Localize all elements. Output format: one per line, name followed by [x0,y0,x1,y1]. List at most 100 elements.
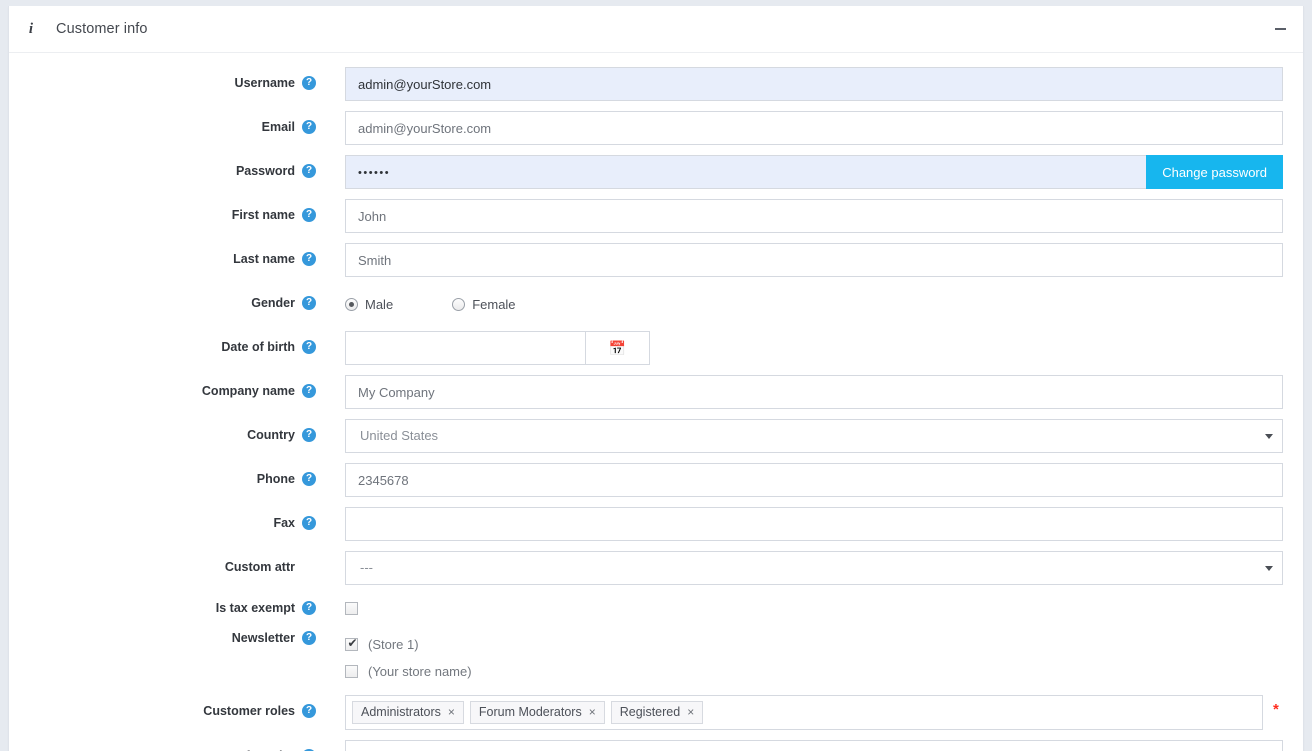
label-fax-text: Fax [273,516,295,530]
control-customer-roles: Administrators × Forum Moderators × Regi… [316,695,1283,730]
label-gender: Gender ? [9,287,316,310]
date-of-birth-input[interactable] [345,331,585,365]
label-gender-text: Gender [251,296,295,310]
tag-administrators[interactable]: Administrators × [352,701,464,724]
manager-of-vendor-select-wrap: Not a vendor [345,740,1283,751]
company-name-input[interactable] [345,375,1283,409]
help-icon-email[interactable]: ? [302,120,316,134]
country-select[interactable]: United States [345,419,1283,453]
field-row-country: Country ? United States [9,419,1303,453]
help-icon-is-tax-exempt[interactable]: ? [302,601,316,615]
label-password: Password ? [9,155,316,178]
manager-of-vendor-select[interactable]: Not a vendor [345,740,1283,751]
label-date-of-birth: Date of birth ? [9,331,316,354]
label-country-text: Country [247,428,295,442]
label-newsletter-text: Newsletter [232,631,295,645]
info-icon: i [23,21,39,37]
label-date-of-birth-text: Date of birth [221,340,295,354]
control-gender: Male Female [316,287,1283,321]
help-icon-username[interactable]: ? [302,76,316,90]
control-is-tax-exempt [316,595,1283,615]
field-row-fax: Fax ? [9,507,1303,541]
field-row-phone: Phone ? [9,463,1303,497]
label-first-name-text: First name [232,208,295,222]
calendar-icon: 📅 [609,341,626,355]
control-password: •••••• Change password [316,155,1283,189]
field-row-first-name: First name ? [9,199,1303,233]
gender-male-label: Male [365,297,393,312]
help-icon-gender[interactable]: ? [302,296,316,310]
tag-registered[interactable]: Registered × [611,701,703,724]
label-email-text: Email [262,120,295,134]
newsletter-checkbox-your-store[interactable] [345,665,358,678]
field-row-customer-roles: Customer roles ? Administrators × Forum … [9,695,1303,730]
phone-input[interactable] [345,463,1283,497]
customer-info-form: Username ? Email ? Pas [9,53,1303,751]
remove-tag-icon-administrators[interactable]: × [448,704,455,720]
date-picker-button[interactable]: 📅 [585,331,650,365]
control-manager-of-vendor: Not a vendor Note: if you have a vendor … [316,740,1283,751]
field-row-gender: Gender ? Male Female [9,287,1303,321]
remove-tag-icon-registered[interactable]: × [687,704,694,720]
control-country: United States [316,419,1283,453]
tag-administrators-label: Administrators [361,704,441,720]
first-name-input[interactable] [345,199,1283,233]
tag-forum-moderators[interactable]: Forum Moderators × [470,701,605,724]
gender-radio-male[interactable]: Male [345,297,393,312]
label-country: Country ? [9,419,316,442]
help-icon-password[interactable]: ? [302,164,316,178]
gender-female-label: Female [472,297,515,312]
help-icon-first-name[interactable]: ? [302,208,316,222]
tag-registered-label: Registered [620,704,680,720]
help-icon-newsletter[interactable]: ? [302,631,316,645]
field-row-date-of-birth: Date of birth ? 📅 [9,331,1303,365]
radio-male-indicator[interactable] [345,298,358,311]
control-username [316,67,1283,101]
newsletter-checkbox-group: (Store 1) (Your store name) [345,625,1283,685]
custom-attr-select-wrap: --- [345,551,1283,585]
help-icon-fax[interactable]: ? [302,516,316,530]
help-icon-phone[interactable]: ? [302,472,316,486]
is-tax-exempt-checkbox[interactable] [345,602,358,615]
label-custom-attr-text: Custom attr [225,560,295,574]
help-icon-country[interactable]: ? [302,428,316,442]
label-email: Email ? [9,111,316,134]
newsletter-option-your-store[interactable]: (Your store name) [345,658,1283,685]
date-of-birth-input-group: 📅 [345,331,650,365]
field-row-email: Email ? [9,111,1303,145]
radio-female-indicator[interactable] [452,298,465,311]
panel-header: i Customer info [9,6,1303,53]
newsletter-checkbox-store-1[interactable] [345,638,358,651]
country-select-wrap: United States [345,419,1283,453]
last-name-input[interactable] [345,243,1283,277]
help-icon-placeholder [302,560,316,574]
username-input[interactable] [345,67,1283,101]
email-input[interactable] [345,111,1283,145]
custom-attr-select[interactable]: --- [345,551,1283,585]
password-input[interactable]: •••••• [345,155,1283,189]
collapse-panel-button[interactable] [1271,20,1289,38]
newsletter-option-store-1[interactable]: (Store 1) [345,631,1283,658]
help-icon-last-name[interactable]: ? [302,252,316,266]
password-masked-value: •••••• [358,167,390,179]
change-password-button[interactable]: Change password [1146,155,1283,189]
customer-roles-tag-input[interactable]: Administrators × Forum Moderators × Regi… [345,695,1263,730]
label-username: Username ? [9,67,316,90]
remove-tag-icon-forum-moderators[interactable]: × [589,704,596,720]
gender-radio-group: Male Female [345,287,1283,321]
help-icon-customer-roles[interactable]: ? [302,704,316,718]
field-row-username: Username ? [9,67,1303,101]
label-is-tax-exempt-text: Is tax exempt [216,601,295,615]
label-first-name: First name ? [9,199,316,222]
label-is-tax-exempt: Is tax exempt ? [9,595,316,615]
field-row-manager-of-vendor: Manager of vendor ? Not a vendor Note: i… [9,740,1303,751]
label-last-name: Last name ? [9,243,316,266]
label-customer-roles-text: Customer roles [203,704,295,718]
help-icon-company-name[interactable]: ? [302,384,316,398]
field-row-newsletter: Newsletter ? (Store 1) (Your store name) [9,625,1303,685]
control-last-name [316,243,1283,277]
help-icon-date-of-birth[interactable]: ? [302,340,316,354]
fax-input[interactable] [345,507,1283,541]
gender-radio-female[interactable]: Female [452,297,515,312]
password-input-group: •••••• Change password [345,155,1283,189]
